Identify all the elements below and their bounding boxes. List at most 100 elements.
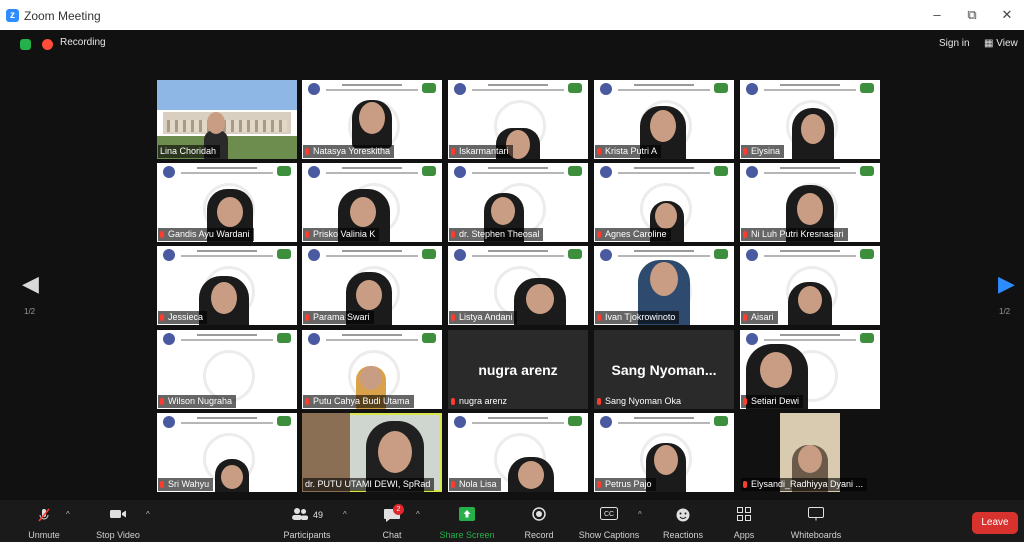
video-tile[interactable]: Elysandi_Radhiyya Dyani ...: [740, 413, 880, 492]
muted-mic-icon: [160, 314, 164, 321]
share-screen-button[interactable]: Share Screen: [436, 500, 498, 542]
video-tile[interactable]: Ni Luh Putri Kresnasari: [740, 163, 880, 242]
video-tile[interactable]: Ivan Tjokrowinoto: [594, 246, 734, 325]
participant-name: Jessieca: [158, 311, 208, 324]
video-options-caret-icon[interactable]: ^: [146, 510, 150, 519]
participant-name: Parama Swari: [303, 311, 374, 324]
svg-text:CC: CC: [604, 511, 614, 518]
sign-in-button[interactable]: Sign in: [939, 38, 970, 49]
share-screen-icon: [459, 507, 475, 524]
video-tile[interactable]: Prisko Valinia K: [302, 163, 442, 242]
video-tile[interactable]: Sri Wahyu: [157, 413, 297, 492]
participant-name: Elysandi_Radhiyya Dyani ...: [741, 478, 868, 491]
stop-video-button[interactable]: Stop Video: [88, 500, 148, 542]
muted-mic-icon: [451, 148, 455, 155]
captions-options-caret-icon[interactable]: ^: [638, 510, 642, 519]
apps-button[interactable]: Apps: [724, 500, 764, 542]
close-button[interactable]: ✕: [994, 6, 1020, 24]
participants-count: 49: [312, 510, 323, 520]
participant-name: Nola Lisa: [449, 478, 501, 491]
video-tile[interactable]: Setiari Dewi: [740, 330, 880, 409]
previous-page-icon[interactable]: ◀: [22, 273, 39, 295]
participant-name: Ivan Tjokrowinoto: [595, 311, 680, 324]
participant-name: Iskarmantari: [449, 145, 513, 158]
video-tile[interactable]: Petrus Pajo: [594, 413, 734, 492]
next-page-icon[interactable]: ▶: [998, 273, 1015, 295]
leave-button[interactable]: Leave: [972, 512, 1018, 534]
video-tile[interactable]: Elysina: [740, 80, 880, 159]
participant-name: dr. Stephen Theosal: [449, 228, 544, 241]
participants-button[interactable]: 49 Participants: [276, 500, 338, 542]
meeting-toolbar: [0, 500, 1024, 542]
zoom-logo-icon: z: [6, 9, 19, 22]
video-tile[interactable]: Wilson Nugraha: [157, 330, 297, 409]
captions-icon: CC: [600, 507, 618, 525]
active-speaker-tile[interactable]: dr. PUTU UTAMI DEWI, SpRad: [302, 413, 442, 492]
muted-mic-icon: [743, 481, 747, 488]
page-indicator-left: 1/2: [24, 307, 36, 316]
whiteboards-button[interactable]: Whiteboards: [782, 500, 850, 542]
muted-mic-icon: [743, 231, 747, 238]
muted-mic-icon: [743, 398, 747, 405]
video-tile[interactable]: Natasya Yoreskitha: [302, 80, 442, 159]
participant-name: Gandis Ayu Wardani: [158, 228, 254, 241]
unmute-button[interactable]: Unmute: [18, 500, 70, 542]
chat-button[interactable]: 2 Chat: [370, 500, 414, 542]
participant-name: nugra arenz: [449, 395, 511, 408]
chat-options-caret-icon[interactable]: ^: [416, 510, 420, 519]
participant-display-name: nugra arenz: [478, 362, 558, 378]
video-tile[interactable]: Jessieca: [157, 246, 297, 325]
window-title: Zoom Meeting: [24, 9, 101, 23]
video-tile[interactable]: nugra arenz nugra arenz: [448, 330, 588, 409]
muted-mic-icon: [597, 231, 601, 238]
title-bar: z Zoom Meeting – ⧉ ✕: [0, 0, 1024, 30]
chat-unread-badge: 2: [393, 504, 404, 515]
participants-options-caret-icon[interactable]: ^: [343, 510, 347, 519]
muted-mic-icon: [451, 314, 455, 321]
video-tile[interactable]: dr. Stephen Theosal: [448, 163, 588, 242]
audio-options-caret-icon[interactable]: ^: [66, 510, 70, 519]
minimize-button[interactable]: –: [924, 6, 950, 24]
participant-name: Sang Nyoman Oka: [595, 395, 685, 408]
participant-display-name: Sang Nyoman...: [611, 362, 717, 378]
record-icon: [532, 507, 546, 524]
video-tile[interactable]: Listya Andani: [448, 246, 588, 325]
participant-name: Sri Wahyu: [158, 478, 214, 491]
muted-mic-icon: [36, 507, 52, 526]
muted-mic-icon: [160, 398, 164, 405]
recording-label[interactable]: Recording: [60, 37, 106, 48]
recording-icon: [42, 39, 53, 50]
muted-mic-icon: [305, 398, 309, 405]
participant-name: Agnes Caroline: [595, 228, 671, 241]
video-tile[interactable]: Putu Cahya Budi Utama: [302, 330, 442, 409]
participant-name: Elysina: [741, 145, 785, 158]
video-tile[interactable]: Sang Nyoman... Sang Nyoman Oka: [594, 330, 734, 409]
muted-mic-icon: [305, 231, 309, 238]
video-tile[interactable]: Krista Putri A: [594, 80, 734, 159]
video-tile[interactable]: Agnes Caroline: [594, 163, 734, 242]
record-button[interactable]: Record: [516, 500, 562, 542]
restore-button[interactable]: ⧉: [959, 6, 985, 24]
reactions-button[interactable]: Reactions: [656, 500, 710, 542]
show-captions-button[interactable]: CC Show Captions: [574, 500, 644, 542]
view-button[interactable]: ▦ View: [984, 38, 1018, 49]
reactions-smiley-icon: [675, 507, 691, 526]
whiteboard-icon: [808, 507, 824, 524]
participant-name: Krista Putri A: [595, 145, 662, 158]
video-tile[interactable]: Iskarmantari: [448, 80, 588, 159]
chat-bubble-icon: 2: [383, 504, 404, 526]
apps-grid-icon: [737, 507, 751, 524]
muted-mic-icon: [597, 398, 601, 405]
muted-mic-icon: [160, 231, 164, 238]
encryption-shield-icon[interactable]: [20, 39, 31, 50]
video-tile[interactable]: Lina Choridah: [157, 80, 297, 159]
video-tile[interactable]: Parama Swari: [302, 246, 442, 325]
participant-name: Natasya Yoreskitha: [303, 145, 395, 158]
video-tile[interactable]: Nola Lisa: [448, 413, 588, 492]
video-camera-icon: [109, 507, 127, 524]
video-tile[interactable]: Aisari: [740, 246, 880, 325]
muted-mic-icon: [160, 481, 164, 488]
video-tile[interactable]: Gandis Ayu Wardani: [157, 163, 297, 242]
muted-mic-icon: [451, 398, 455, 405]
participant-name: dr. PUTU UTAMI DEWI, SpRad: [303, 478, 435, 491]
